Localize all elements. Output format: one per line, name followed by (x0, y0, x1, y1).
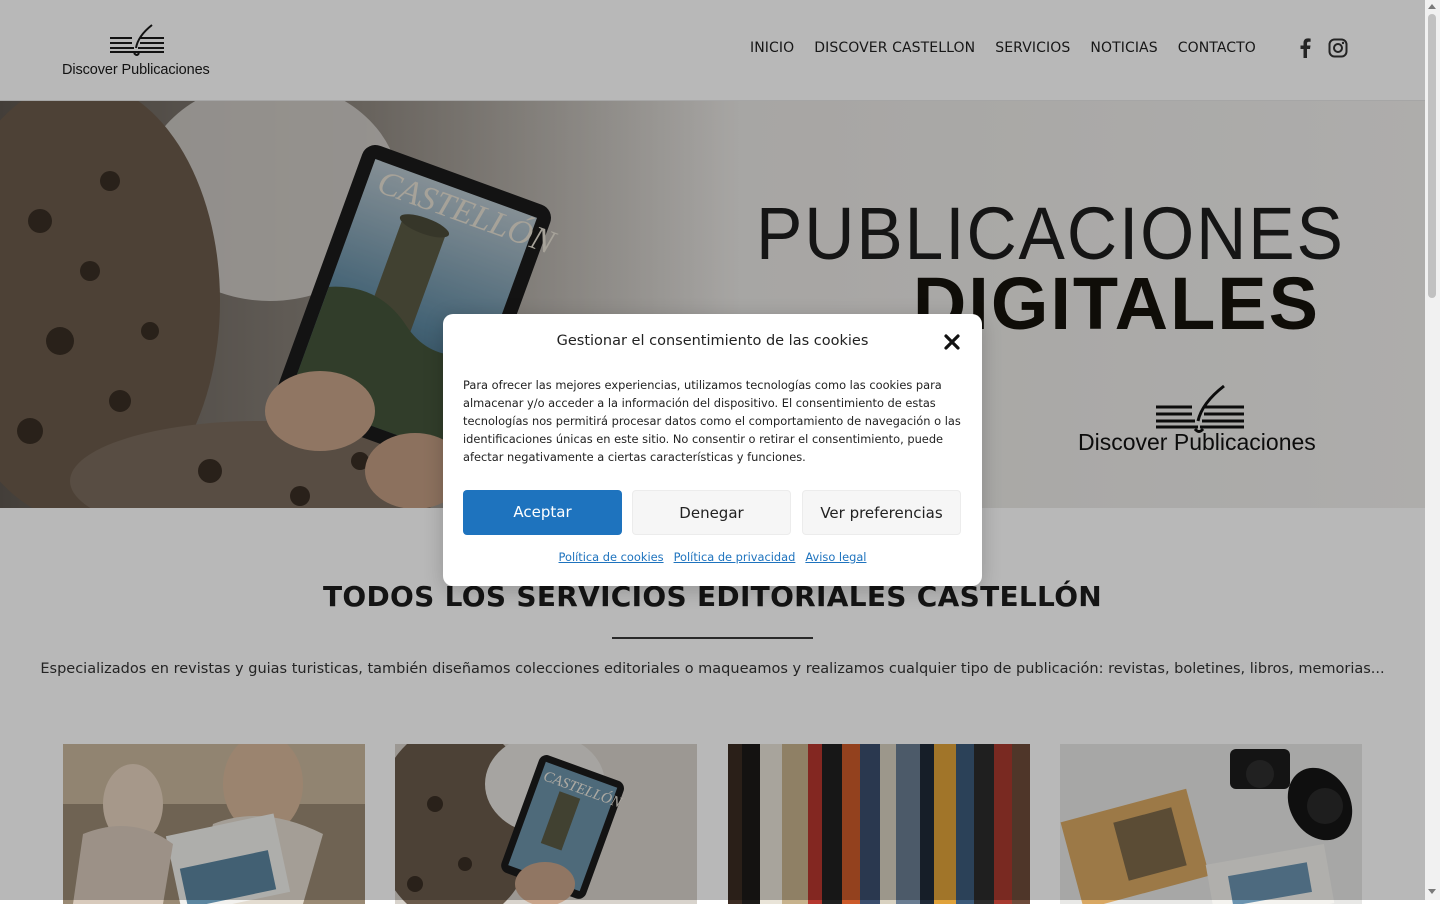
cookie-dialog-links: Política de cookies Política de privacid… (443, 550, 982, 564)
close-icon[interactable] (943, 333, 961, 351)
scroll-thumb[interactable] (1428, 14, 1436, 298)
scroll-down-arrow-icon[interactable] (1428, 889, 1436, 894)
deny-button[interactable]: Denegar (632, 490, 791, 535)
cookie-policy-link[interactable]: Política de cookies (559, 550, 664, 564)
privacy-policy-link[interactable]: Política de privacidad (674, 550, 796, 564)
page-scrollbar[interactable] (1425, 0, 1440, 900)
cookie-dialog-title: Gestionar el consentimiento de las cooki… (556, 333, 869, 349)
cookie-dialog-text: Para ofrecer las mejores experiencias, u… (463, 378, 961, 464)
accept-button[interactable]: Aceptar (463, 490, 622, 535)
cookie-consent-dialog: Gestionar el consentimiento de las cooki… (443, 314, 982, 586)
scroll-up-arrow-icon[interactable] (1428, 4, 1436, 9)
legal-notice-link[interactable]: Aviso legal (805, 550, 866, 564)
view-preferences-button[interactable]: Ver preferencias (802, 490, 961, 535)
